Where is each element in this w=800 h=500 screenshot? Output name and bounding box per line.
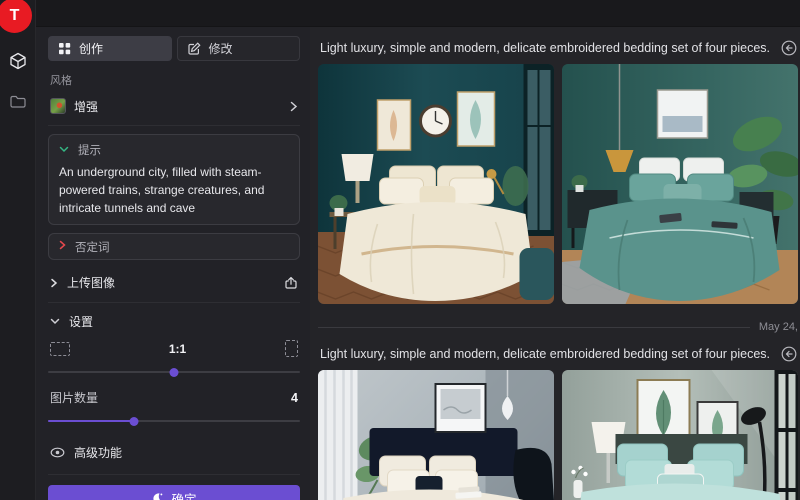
upload-image-row[interactable]: 上传图像 [48,269,300,296]
generation-panel: 创作 修改 风格 增强 提 [36,27,310,500]
prompt-box[interactable]: 提示 An underground city, filled with stea… [48,134,300,225]
tab-edit-label: 修改 [209,40,233,57]
chevron-right-icon [289,101,298,112]
aspect-ratio-slider[interactable] [48,365,300,379]
tab-create[interactable]: 创作 [48,36,172,61]
advanced-label: 高级功能 [74,444,122,461]
crescent-moon-icon [151,492,164,500]
upload-label: 上传图像 [67,274,115,291]
prompt-label: 提示 [78,142,101,158]
chevron-right-icon [59,240,66,253]
settings-header[interactable]: 设置 [48,307,300,336]
image-count-value: 4 [291,391,298,405]
chevron-down-icon [59,144,69,156]
generation-caption: Light luxury, simple and modern, delicat… [320,41,770,55]
results-feed: Light luxury, simple and modern, delicat… [310,27,800,500]
upload-icon[interactable] [284,276,298,290]
divider [48,125,300,126]
avatar[interactable]: T [0,0,32,33]
result-image[interactable] [318,370,554,500]
image-count-slider[interactable] [48,414,300,428]
date-label: May 24, [759,321,798,333]
cube-icon[interactable] [0,46,36,76]
chevron-down-icon [50,318,60,325]
generation-caption-row: Light luxury, simple and modern, delicat… [320,40,798,56]
grid-icon [59,43,71,55]
style-selector[interactable]: 增强 [48,93,300,119]
image-count-label: 图片数量 [50,389,98,406]
style-section-label: 风格 [50,72,300,88]
advanced-features-row[interactable]: 高级功能 [48,444,300,461]
portrait-crop-icon[interactable] [285,340,298,357]
result-grid [318,64,798,304]
reuse-prompt-icon[interactable] [781,346,797,362]
mode-tabs: 创作 修改 [48,36,300,61]
result-image[interactable] [562,64,798,304]
left-rail: T [0,0,36,500]
divider [48,474,300,475]
negative-label: 否定词 [75,239,110,255]
aspect-ratio-row: 1:1 [48,340,300,357]
landscape-crop-icon[interactable] [50,342,70,356]
eye-icon [50,447,65,458]
pencil-square-icon [188,42,201,55]
confirm-button[interactable]: 确定 [48,485,300,500]
reuse-prompt-icon[interactable] [781,40,797,56]
app-window: T 创作 [0,0,800,500]
generation-caption-row: Light luxury, simple and modern, delicat… [320,346,798,362]
slider-handle[interactable] [170,368,179,377]
result-grid [318,370,798,500]
aspect-ratio-value: 1:1 [70,342,285,356]
divider [48,302,300,303]
top-bar [36,0,800,27]
folder-icon[interactable] [0,86,36,116]
date-divider: May 24, [318,321,798,333]
generation-caption: Light luxury, simple and modern, delicat… [320,347,770,361]
result-image[interactable] [318,64,554,304]
confirm-label: 确定 [171,489,196,500]
style-thumbnail-icon [50,98,66,114]
settings-label: 设置 [69,313,93,330]
chevron-right-icon [50,278,58,288]
style-value: 增强 [74,98,98,115]
slider-handle[interactable] [129,417,138,426]
negative-words-box[interactable]: 否定词 [48,233,300,260]
image-count-row: 图片数量 4 [48,389,300,406]
tab-create-label: 创作 [79,40,103,57]
result-image[interactable] [562,370,798,500]
tab-edit[interactable]: 修改 [177,36,301,61]
prompt-input[interactable]: An underground city, filled with steam-p… [59,163,289,217]
